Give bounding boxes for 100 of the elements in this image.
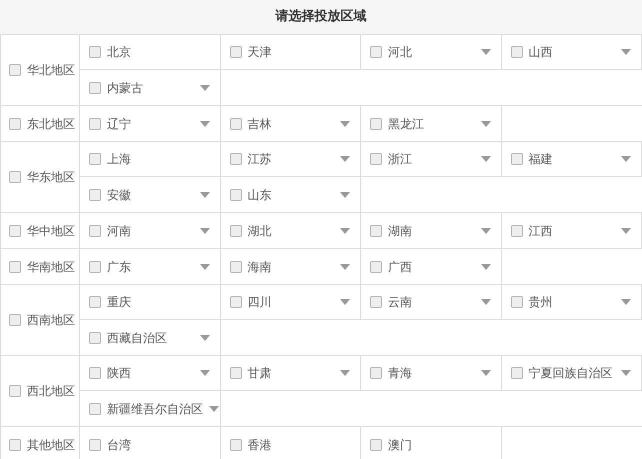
- checkbox[interactable]: [89, 402, 101, 414]
- checkbox[interactable]: [370, 367, 382, 379]
- checkbox[interactable]: [89, 46, 101, 58]
- checkbox[interactable]: [370, 118, 382, 130]
- caret-icon[interactable]: [200, 264, 210, 270]
- region-label: 华南地区: [27, 258, 75, 276]
- province-label: 天津: [248, 44, 272, 61]
- province-label: 福建: [528, 151, 552, 168]
- caret-icon[interactable]: [621, 156, 631, 162]
- province-label: 西藏自治区: [107, 330, 167, 346]
- checkbox[interactable]: [9, 118, 21, 130]
- checkbox[interactable]: [510, 296, 522, 308]
- checkbox[interactable]: [370, 153, 382, 165]
- region-label: 西北地区: [27, 383, 75, 400]
- province-label: 甘肃: [248, 365, 272, 382]
- province-label: 重庆: [107, 294, 131, 311]
- checkbox[interactable]: [9, 438, 21, 450]
- province-label: 山西: [528, 44, 552, 61]
- caret-icon[interactable]: [621, 370, 631, 376]
- checkbox[interactable]: [9, 385, 21, 397]
- province-label: 安徽: [107, 186, 131, 204]
- caret-icon[interactable]: [621, 299, 631, 305]
- checkbox[interactable]: [230, 438, 242, 450]
- caret-icon[interactable]: [209, 406, 219, 412]
- caret-icon[interactable]: [480, 370, 490, 376]
- province-label: 香港: [248, 436, 272, 454]
- caret-icon[interactable]: [340, 156, 350, 162]
- checkbox[interactable]: [230, 118, 242, 130]
- province-label: 河北: [388, 44, 412, 61]
- province-label: 内蒙古: [107, 80, 143, 96]
- caret-icon[interactable]: [621, 49, 631, 55]
- checkbox[interactable]: [89, 260, 101, 272]
- caret-icon[interactable]: [200, 370, 210, 376]
- caret-icon[interactable]: [621, 228, 631, 234]
- region-label: 其他地区: [27, 436, 75, 454]
- checkbox[interactable]: [89, 367, 101, 379]
- province-label: 山东: [248, 186, 272, 204]
- province-label: 陕西: [107, 365, 131, 382]
- checkbox[interactable]: [370, 224, 382, 236]
- caret-icon[interactable]: [200, 334, 210, 340]
- checkbox[interactable]: [510, 153, 522, 165]
- checkbox[interactable]: [89, 188, 101, 200]
- caret-icon[interactable]: [340, 264, 350, 270]
- caret-icon[interactable]: [480, 299, 490, 305]
- checkbox[interactable]: [9, 224, 21, 236]
- province-label: 海南: [248, 258, 272, 276]
- caret-icon[interactable]: [200, 84, 210, 90]
- province-label: 四川: [248, 294, 272, 311]
- checkbox[interactable]: [9, 171, 21, 183]
- region-label: 华中地区: [27, 222, 75, 240]
- checkbox[interactable]: [370, 296, 382, 308]
- checkbox[interactable]: [89, 224, 101, 236]
- caret-icon[interactable]: [340, 192, 350, 198]
- checkbox[interactable]: [9, 260, 21, 272]
- province-label: 贵州: [528, 294, 552, 311]
- checkbox[interactable]: [230, 46, 242, 58]
- caret-icon[interactable]: [480, 49, 490, 55]
- checkbox[interactable]: [230, 296, 242, 308]
- caret-icon[interactable]: [200, 120, 210, 126]
- checkbox[interactable]: [230, 224, 242, 236]
- caret-icon[interactable]: [200, 228, 210, 234]
- caret-icon[interactable]: [480, 120, 490, 126]
- checkbox[interactable]: [230, 153, 242, 165]
- caret-icon[interactable]: [480, 156, 490, 162]
- checkbox[interactable]: [9, 314, 21, 326]
- checkbox[interactable]: [230, 367, 242, 379]
- province-label: 河南: [107, 222, 131, 240]
- checkbox[interactable]: [89, 82, 101, 94]
- caret-icon[interactable]: [200, 192, 210, 198]
- checkbox[interactable]: [230, 188, 242, 200]
- region-label: 华北地区: [27, 62, 75, 79]
- caret-icon[interactable]: [480, 264, 490, 270]
- caret-icon[interactable]: [480, 228, 490, 234]
- checkbox[interactable]: [370, 260, 382, 272]
- province-label: 广东: [107, 258, 131, 276]
- checkbox[interactable]: [510, 367, 522, 379]
- province-label: 广西: [388, 258, 412, 276]
- caret-icon[interactable]: [340, 228, 350, 234]
- province-label: 北京: [107, 44, 131, 61]
- caret-icon[interactable]: [340, 120, 350, 126]
- checkbox[interactable]: [89, 153, 101, 165]
- checkbox[interactable]: [89, 438, 101, 450]
- checkbox[interactable]: [89, 332, 101, 344]
- region-label: 西南地区: [27, 312, 75, 329]
- checkbox[interactable]: [89, 296, 101, 308]
- checkbox[interactable]: [230, 260, 242, 272]
- checkbox[interactable]: [510, 46, 522, 58]
- caret-icon[interactable]: [340, 370, 350, 376]
- checkbox[interactable]: [370, 46, 382, 58]
- checkbox[interactable]: [89, 118, 101, 130]
- checkbox[interactable]: [510, 224, 522, 236]
- province-label: 江苏: [248, 151, 272, 168]
- province-label: 新疆维吾尔自治区: [107, 400, 203, 418]
- province-label: 宁夏回族自治区: [528, 365, 612, 382]
- caret-icon[interactable]: [340, 299, 350, 305]
- province-label: 湖北: [248, 222, 272, 240]
- checkbox[interactable]: [370, 438, 382, 450]
- dialog-title: 请选择投放区域: [0, 0, 642, 35]
- checkbox[interactable]: [9, 64, 21, 76]
- province-label: 浙江: [388, 151, 412, 168]
